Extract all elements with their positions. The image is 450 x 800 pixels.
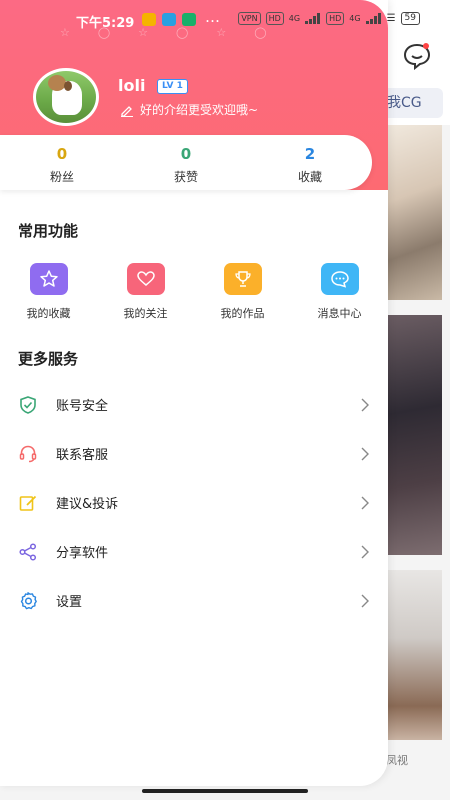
signal-icon-1	[305, 13, 321, 24]
profile-intro[interactable]: 好的介绍更受欢迎哦~	[120, 101, 258, 118]
stat-label: 收藏	[297, 170, 322, 184]
side-drawer: ☆◯☆◯☆◯ loli LV 1 好的介绍更受欢迎哦~ 0 粉丝 0 获赞 2 …	[0, 0, 388, 786]
status-right: VPN HD 4G HD 4G ☰ 59	[238, 12, 420, 25]
stat-likes[interactable]: 0 获赞	[124, 135, 248, 190]
service-feedback[interactable]: 建议&投诉	[0, 478, 388, 527]
chevron-right-icon	[361, 398, 369, 411]
quick-item-works[interactable]: 我的作品	[194, 263, 291, 321]
notification-telegram-icon	[162, 13, 176, 26]
quick-item-label: 我的作品	[220, 307, 265, 320]
common-functions-grid: 我的收藏 我的关注 我的作品 消息中心	[0, 263, 388, 321]
service-customer-support[interactable]: 联系客服	[0, 429, 388, 478]
quick-item-label: 我的收藏	[26, 307, 71, 320]
avatar-dog-ear	[64, 81, 72, 91]
chevron-right-icon	[361, 545, 369, 558]
network-label-1: 4G	[288, 14, 301, 23]
status-bar: 下午5:29 … VPN HD 4G HD 4G ☰ 59	[0, 0, 450, 40]
stat-label: 获赞	[173, 170, 198, 184]
stat-count: 0	[56, 145, 68, 163]
share-icon	[18, 542, 38, 562]
message-bubble-icon[interactable]	[402, 42, 432, 70]
background-artwork-1[interactable]	[385, 125, 442, 300]
stat-count: 0	[180, 145, 192, 163]
profile-intro-text: 好的介绍更受欢迎哦~	[140, 103, 259, 117]
service-label: 设置	[56, 595, 83, 610]
stat-label: 粉丝	[49, 170, 74, 184]
hd-indicator-2: HD	[326, 12, 345, 25]
heart-icon	[126, 263, 165, 295]
edit-pencil-icon	[121, 105, 133, 117]
star-icon	[29, 263, 68, 295]
section-title-common: 常用功能	[18, 222, 79, 240]
vpn-indicator: VPN	[238, 12, 261, 25]
headset-icon	[18, 444, 38, 464]
services-list: 账号安全 联系客服 建议&投诉 分享软件 设置	[0, 380, 388, 625]
battery-indicator: 59	[400, 12, 420, 25]
quick-item-label: 消息中心	[317, 307, 362, 320]
service-label: 联系客服	[56, 448, 109, 463]
service-label: 建议&投诉	[56, 497, 119, 512]
quick-item-messages[interactable]: 消息中心	[291, 263, 388, 321]
stat-favorites[interactable]: 2 收藏	[248, 135, 372, 190]
service-account-security[interactable]: 账号安全	[0, 380, 388, 429]
edit-icon	[18, 493, 38, 513]
hd-indicator-1: HD	[265, 12, 284, 25]
status-time: 下午5:29	[76, 16, 135, 31]
level-badge: LV 1	[157, 79, 188, 94]
settings-icon	[18, 591, 38, 611]
quick-item-following[interactable]: 我的关注	[97, 263, 194, 321]
service-share[interactable]: 分享软件	[0, 527, 388, 576]
service-settings[interactable]: 设置	[0, 576, 388, 625]
service-label: 分享软件	[56, 546, 109, 561]
chevron-right-icon	[361, 594, 369, 607]
background-artwork-2[interactable]	[385, 315, 442, 555]
home-indicator[interactable]	[142, 789, 308, 793]
background-artwork-3[interactable]	[385, 570, 442, 740]
service-label: 账号安全	[56, 399, 109, 414]
wifi-icon: ☰	[386, 13, 396, 24]
notification-app-icon-3	[182, 13, 196, 26]
stat-followers[interactable]: 0 粉丝	[0, 135, 124, 190]
chat-bubble-icon	[320, 263, 359, 295]
username: loli	[118, 76, 146, 95]
chevron-right-icon	[361, 496, 369, 509]
background-caption: 凤视	[386, 754, 408, 767]
quick-item-favorites[interactable]: 我的收藏	[0, 263, 97, 321]
stat-count: 2	[304, 145, 316, 163]
trophy-icon	[223, 263, 262, 295]
stats-bar: 0 粉丝 0 获赞 2 收藏	[0, 135, 372, 190]
status-more-icon: …	[205, 8, 221, 26]
signal-icon-2	[365, 13, 382, 24]
shield-check-icon	[18, 395, 38, 415]
section-title-more: 更多服务	[18, 350, 79, 368]
avatar[interactable]	[33, 68, 99, 126]
network-label-2: 4G	[349, 14, 361, 23]
avatar-dog-head	[48, 75, 66, 91]
notification-app-icon-1	[142, 13, 156, 26]
quick-item-label: 我的关注	[123, 307, 168, 320]
chevron-right-icon	[361, 447, 369, 460]
background-tag[interactable]: 我CG	[385, 88, 443, 118]
